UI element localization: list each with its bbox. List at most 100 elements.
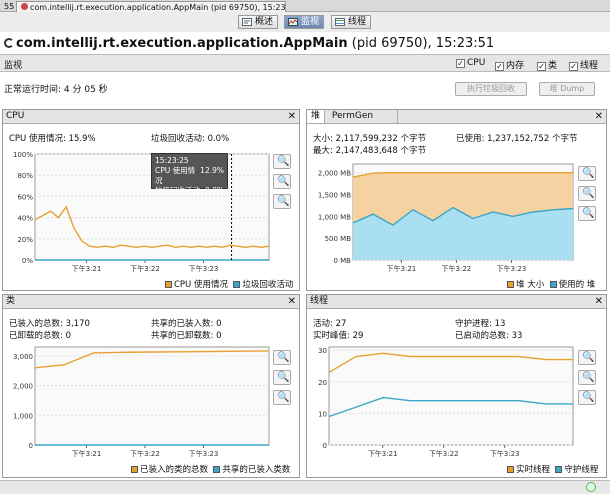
monitor-label: 监视 bbox=[4, 61, 23, 71]
tab-monitor-label: 监视 bbox=[301, 17, 320, 27]
zoom-reset-button[interactable]: 🔍 bbox=[578, 390, 596, 405]
y-tick-label: 0 bbox=[323, 442, 327, 450]
threads-checkbox-label: 线程 bbox=[580, 61, 599, 71]
chart-tooltip: 15:23:25 CPU 使用情况 12.9% 垃圾回收活动 0.0% bbox=[151, 153, 228, 195]
zoom-reset-button[interactable]: 🔍 bbox=[578, 206, 596, 221]
threads-chart: 0 10 20 30 下午3:21 下午3:22 下午3:23 bbox=[318, 346, 574, 458]
cpu-checkbox-label: CPU bbox=[467, 58, 486, 68]
cpu-panel-title: CPU bbox=[6, 111, 25, 121]
y-tick-label: 1,500 MB bbox=[318, 192, 351, 200]
y-tick-label: 20% bbox=[17, 236, 33, 244]
legend-shared-loaded: 共享的已装入类数 bbox=[222, 465, 291, 475]
legend-loaded-classes: 已装入的类的总数 bbox=[140, 465, 209, 475]
peak-threads-text: 实时峰值: 29 bbox=[313, 331, 364, 341]
y-tick-label: 20 bbox=[318, 379, 327, 387]
perform-gc-button[interactable]: 执行垃圾回收 bbox=[455, 82, 527, 96]
memory-checkbox-label: 内存 bbox=[506, 61, 525, 71]
zoom-out-icon: 🔍 bbox=[582, 188, 595, 199]
y-tick-label: 40% bbox=[17, 215, 33, 223]
threads-checkbox[interactable]: ✓ 线程 bbox=[569, 58, 598, 71]
y-tick-label: 0% bbox=[22, 257, 33, 265]
heap-chart: 0 MB 500 MB 1,000 MB 1,500 MB 2,000 MB 下午3:21… bbox=[318, 163, 574, 273]
close-icon[interactable]: ✕ bbox=[288, 110, 296, 123]
tooltip-row1-label: CPU 使用情况 bbox=[155, 166, 196, 185]
zoom-in-button[interactable]: 🔍 bbox=[273, 350, 291, 365]
x-tick-label: 下午3:23 bbox=[189, 449, 219, 458]
started-total-text: 已启动的总数: 33 bbox=[455, 331, 523, 341]
legend-swatch-blue bbox=[555, 466, 563, 473]
tab-monitor[interactable]: 监视 bbox=[284, 15, 325, 29]
zoom-reset-button[interactable]: 🔍 bbox=[273, 194, 291, 209]
previous-window-tab[interactable]: 55 bbox=[0, 1, 16, 12]
zoom-reset-icon: 🔍 bbox=[277, 392, 290, 403]
overview-icon bbox=[242, 18, 252, 26]
tooltip-time: 15:23:25 bbox=[155, 156, 189, 165]
zoom-out-icon: 🔍 bbox=[277, 176, 290, 187]
x-tick-label: 下午3:21 bbox=[387, 264, 417, 273]
y-tick-label: 0 MB bbox=[333, 257, 351, 265]
window-tab-bar: 55 com.intellij.rt.execution.application… bbox=[0, 0, 610, 12]
heap-legend: 堆 大小 使用的 堆 bbox=[507, 278, 595, 290]
y-tick-label: 500 MB bbox=[325, 235, 352, 243]
zoom-in-button[interactable]: 🔍 bbox=[578, 166, 596, 181]
legend-live-threads: 实时线程 bbox=[516, 465, 551, 475]
tab-threads[interactable]: 线程 bbox=[331, 15, 372, 29]
check-icon: ✓ bbox=[456, 59, 465, 68]
monitor-bar: 监视 ✓ CPU ✓ 内存 ✓ 类 ✓ 线程 bbox=[0, 54, 610, 72]
shared-loaded-text: 共享的已装入数: 0 bbox=[151, 319, 222, 329]
classes-checkbox[interactable]: ✓ 类 bbox=[537, 58, 557, 71]
tooltip-row1-value: 12.9% bbox=[200, 166, 224, 175]
active-window-tab-title: com.intellij.rt.execution.application.Ap… bbox=[30, 3, 286, 12]
heap-dump-button[interactable]: 堆 Dump bbox=[539, 82, 595, 96]
pid-and-time: (pid 69750), 15:23:51 bbox=[351, 36, 495, 51]
zoom-in-button[interactable]: 🔍 bbox=[578, 350, 596, 365]
tab-overview[interactable]: 概述 bbox=[238, 15, 279, 29]
status-icon bbox=[586, 482, 596, 492]
cpu-checkbox[interactable]: ✓ CPU bbox=[456, 58, 485, 68]
cpu-panel: CPU ✕ CPU 使用情况: 15.9% 垃圾回收活动: 0.0% 0% 20% 4… bbox=[2, 109, 300, 291]
tab-heap[interactable]: 堆 bbox=[307, 110, 326, 123]
zoom-reset-icon: 🔍 bbox=[582, 208, 595, 219]
legend-swatch-orange bbox=[507, 281, 514, 288]
check-icon: ✓ bbox=[569, 62, 578, 71]
zoom-reset-button[interactable]: 🔍 bbox=[273, 390, 291, 405]
heap-max-text: 最大: 2,147,483,648 个字节 bbox=[313, 146, 426, 156]
zoom-in-button[interactable]: 🔍 bbox=[273, 154, 291, 169]
heap-panel-header: 堆 PermGen ✕ bbox=[307, 110, 606, 124]
refresh-icon bbox=[4, 38, 14, 48]
x-tick-label: 下午3:23 bbox=[189, 264, 219, 273]
tab-threads-label: 线程 bbox=[348, 17, 367, 27]
zoom-out-button[interactable]: 🔍 bbox=[578, 186, 596, 201]
y-tick-label: 0 bbox=[29, 442, 33, 450]
zoom-out-button[interactable]: 🔍 bbox=[273, 370, 291, 385]
active-window-tab[interactable]: com.intellij.rt.execution.application.Ap… bbox=[16, 1, 286, 12]
memory-checkbox[interactable]: ✓ 内存 bbox=[495, 58, 524, 71]
zoom-out-button[interactable]: 🔍 bbox=[578, 370, 596, 385]
y-tick-label: 1,000 MB bbox=[318, 213, 351, 221]
daemon-threads-text: 守护进程: 13 bbox=[455, 319, 506, 329]
zoom-out-icon: 🔍 bbox=[277, 372, 290, 383]
close-icon[interactable]: ✕ bbox=[595, 110, 603, 123]
legend-swatch-orange bbox=[131, 466, 138, 473]
y-tick-label: 2,000 MB bbox=[318, 170, 351, 178]
cpu-legend: CPU 使用情况 垃圾回收活动 bbox=[165, 278, 293, 290]
main-class-name: com.intellij.rt.execution.application.Ap… bbox=[16, 36, 348, 51]
legend-swatch-orange bbox=[507, 466, 514, 473]
legend-swatch-orange bbox=[165, 281, 172, 288]
threads-panel: 线程 ✕ 活动: 27 实时峰值: 29 守护进程: 13 已启动的总数: 33 … bbox=[306, 294, 607, 478]
close-icon[interactable]: ✕ bbox=[288, 295, 296, 308]
classes-chart: 0 1,000 2,000 3,000 下午3:21 下午3:22 下午3:23 bbox=[13, 346, 270, 458]
tab-permgen[interactable]: PermGen bbox=[328, 110, 398, 123]
x-tick-label: 下午3:21 bbox=[368, 449, 398, 458]
threads-panel-header: 线程 ✕ bbox=[307, 295, 606, 309]
app-icon bbox=[21, 3, 28, 10]
legend-heap-size: 堆 大小 bbox=[516, 280, 545, 290]
close-icon[interactable]: ✕ bbox=[595, 295, 603, 308]
unloaded-total-text: 已卸载的总数: 0 bbox=[9, 331, 71, 341]
live-threads-text: 活动: 27 bbox=[313, 319, 347, 329]
classes-legend: 已装入的类的总数 共享的已装入类数 bbox=[131, 463, 290, 475]
y-tick-label: 2,000 bbox=[13, 383, 33, 391]
zoom-out-button[interactable]: 🔍 bbox=[273, 174, 291, 189]
heap-panel: 堆 PermGen ✕ 大小: 2,117,599,232 个字节 最大: 2,… bbox=[306, 109, 607, 291]
zoom-in-icon: 🔍 bbox=[582, 168, 595, 179]
